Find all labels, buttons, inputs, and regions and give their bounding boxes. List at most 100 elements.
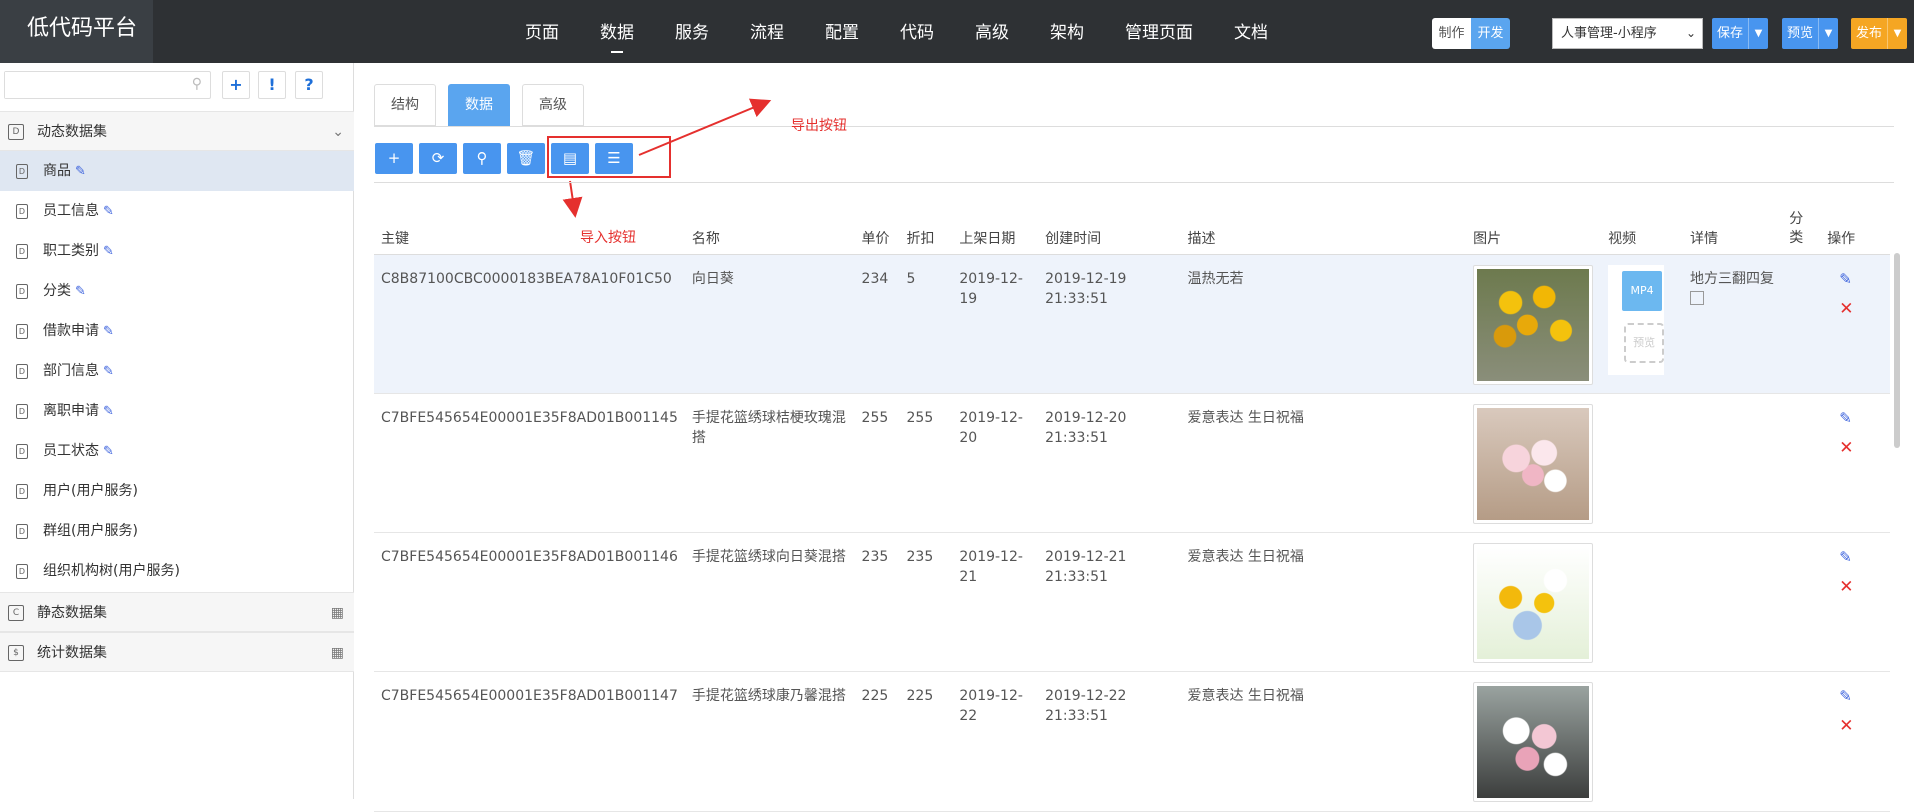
column-header[interactable]: 详情 [1682,210,1783,255]
sidebar-item-employee-info[interactable]: D 员工信息 ✎ [0,191,354,231]
sidebar-item-label: 借款申请 [43,323,99,339]
product-image[interactable] [1473,543,1594,663]
chevron-down-icon[interactable]: ⌄ [332,112,344,152]
search-input[interactable] [5,72,180,98]
cell-date: 2019-12-22 [952,671,1039,812]
nav-item-pages[interactable]: 页面 [525,0,559,63]
search-icon[interactable]: ⚲ [192,76,202,92]
sidebar-item-users[interactable]: D 用户(用户服务) [0,471,354,511]
product-image[interactable] [1473,265,1594,385]
cell-image [1466,393,1602,533]
column-header[interactable]: 操作 [1820,210,1890,255]
save-label[interactable]: 保存 [1712,18,1748,49]
data-table: 主键 名称 单价 折扣 上架日期 创建时间 描述 图片 视频 详情 分类 操作 … [374,210,1890,812]
cell-video [1601,532,1683,672]
video-preview-button[interactable]: 预览 [1624,323,1665,363]
edit-icon[interactable]: ✎ [103,244,114,259]
section-label: 静态数据集 [37,605,107,621]
save-button[interactable]: 保存 ▼ [1712,18,1768,49]
nav-item-code[interactable]: 代码 [900,0,934,63]
nav-item-advanced[interactable]: 高级 [975,0,1009,63]
edit-icon[interactable]: ✎ [1839,408,1883,428]
search-box[interactable]: ⚲ [4,71,211,99]
grid-icon[interactable]: ▦ [331,633,344,673]
edit-icon[interactable]: ✎ [75,164,86,179]
mode-dev-button[interactable]: 开发 [1471,18,1510,49]
preview-button[interactable]: 预览 ▼ [1782,18,1838,49]
mode-make-button[interactable]: 制作 [1432,18,1471,49]
broken-image-icon [1689,291,1704,305]
edit-icon[interactable]: ✎ [103,404,114,419]
column-header[interactable]: 分类 [1782,210,1821,255]
sidebar-item-staff-category[interactable]: D 职工类别 ✎ [0,231,354,271]
help-button[interactable]: ? [295,71,323,99]
column-header[interactable]: 折扣 [899,210,953,255]
dataset-icon: D [16,284,28,299]
publish-dropdown-icon[interactable]: ▼ [1887,18,1907,49]
mp4-file-icon[interactable]: MP4 [1622,271,1663,311]
edit-icon[interactable]: ✎ [103,324,114,339]
product-image[interactable] [1473,404,1594,524]
table-row[interactable]: C8B87100CBC0000183BEA78A10F01C50 向日葵 234… [374,254,1890,394]
publish-button[interactable]: 发布 ▼ [1851,18,1907,49]
add-dataset-button[interactable]: + [222,71,250,99]
edit-icon[interactable]: ✎ [103,364,114,379]
edit-icon[interactable]: ✎ [103,444,114,459]
sidebar-item-category[interactable]: D 分类 ✎ [0,271,354,311]
preview-dropdown-icon[interactable]: ▼ [1818,18,1838,49]
nav-item-data[interactable]: 数据 [600,0,634,63]
sidebar-item-resignation[interactable]: D 离职申请 ✎ [0,391,354,431]
cell-created: 2019-12-19 21:33:51 [1038,254,1181,394]
column-header[interactable]: 图片 [1466,210,1602,255]
publish-label[interactable]: 发布 [1851,18,1887,49]
save-dropdown-icon[interactable]: ▼ [1748,18,1768,49]
nav-item-services[interactable]: 服务 [675,0,709,63]
column-header[interactable]: 创建时间 [1038,210,1181,255]
edit-icon[interactable]: ✎ [1839,686,1883,706]
cell-image [1466,532,1602,672]
edit-icon[interactable]: ✎ [75,284,86,299]
cell-price: 255 [854,393,900,533]
alert-button[interactable]: ! [258,71,286,99]
column-header[interactable]: 主键 [374,210,685,255]
column-header[interactable]: 视频 [1601,210,1683,255]
delete-icon[interactable]: ✕ [1839,716,1883,736]
delete-icon[interactable]: ✕ [1839,299,1883,319]
dataset-icon: D [16,364,28,379]
cell-discount: 225 [899,671,953,812]
nav-item-config[interactable]: 配置 [825,0,859,63]
table-row[interactable]: C7BFE545654E00001E35F8AD01B001146 手提花篮绣球… [374,532,1890,672]
sidebar-item-org-tree[interactable]: D 组织机构树(用户服务) [0,551,354,591]
cell-created: 2019-12-20 21:33:51 [1038,393,1181,533]
delete-icon[interactable]: ✕ [1839,577,1883,597]
sidebar-item-loan-application[interactable]: D 借款申请 ✎ [0,311,354,351]
nav-item-process[interactable]: 流程 [750,0,784,63]
sidebar-item-groups[interactable]: D 群组(用户服务) [0,511,354,551]
grid-icon[interactable]: ▦ [331,593,344,633]
sidebar-item-department-info[interactable]: D 部门信息 ✎ [0,351,354,391]
delete-icon[interactable]: ✕ [1839,438,1883,458]
edit-icon[interactable]: ✎ [1839,269,1883,289]
sidebar-item-label: 离职申请 [43,403,99,419]
table-row[interactable]: C7BFE545654E00001E35F8AD01B001145 手提花篮绣球… [374,393,1890,533]
nav-item-docs[interactable]: 文档 [1234,0,1268,63]
table-row[interactable]: C7BFE545654E00001E35F8AD01B001147 手提花篮绣球… [374,671,1890,812]
sidebar-item-employee-status[interactable]: D 员工状态 ✎ [0,431,354,471]
section-dynamic-dataset[interactable]: D 动态数据集 ⌄ [0,111,354,151]
column-header[interactable]: 描述 [1180,210,1467,255]
edit-icon[interactable]: ✎ [103,204,114,219]
column-header[interactable]: 单价 [854,210,900,255]
section-static-dataset[interactable]: C 静态数据集 ▦ [0,592,354,632]
table-scrollbar[interactable] [1894,253,1900,448]
section-stats-dataset[interactable]: $ 统计数据集 ▦ [0,632,354,672]
column-header[interactable]: 上架日期 [952,210,1039,255]
nav-item-admin-pages[interactable]: 管理页面 [1125,0,1193,63]
edit-icon[interactable]: ✎ [1839,547,1883,567]
app-select[interactable]: 人事管理-小程序 ⌄ [1552,18,1703,49]
preview-label[interactable]: 预览 [1782,18,1818,49]
product-image[interactable] [1473,682,1594,802]
sidebar-item-goods[interactable]: D 商品 ✎ [0,151,354,191]
nav-item-architecture[interactable]: 架构 [1050,0,1084,63]
column-header[interactable]: 名称 [684,210,855,255]
mode-toggle[interactable]: 制作 开发 [1432,18,1510,49]
